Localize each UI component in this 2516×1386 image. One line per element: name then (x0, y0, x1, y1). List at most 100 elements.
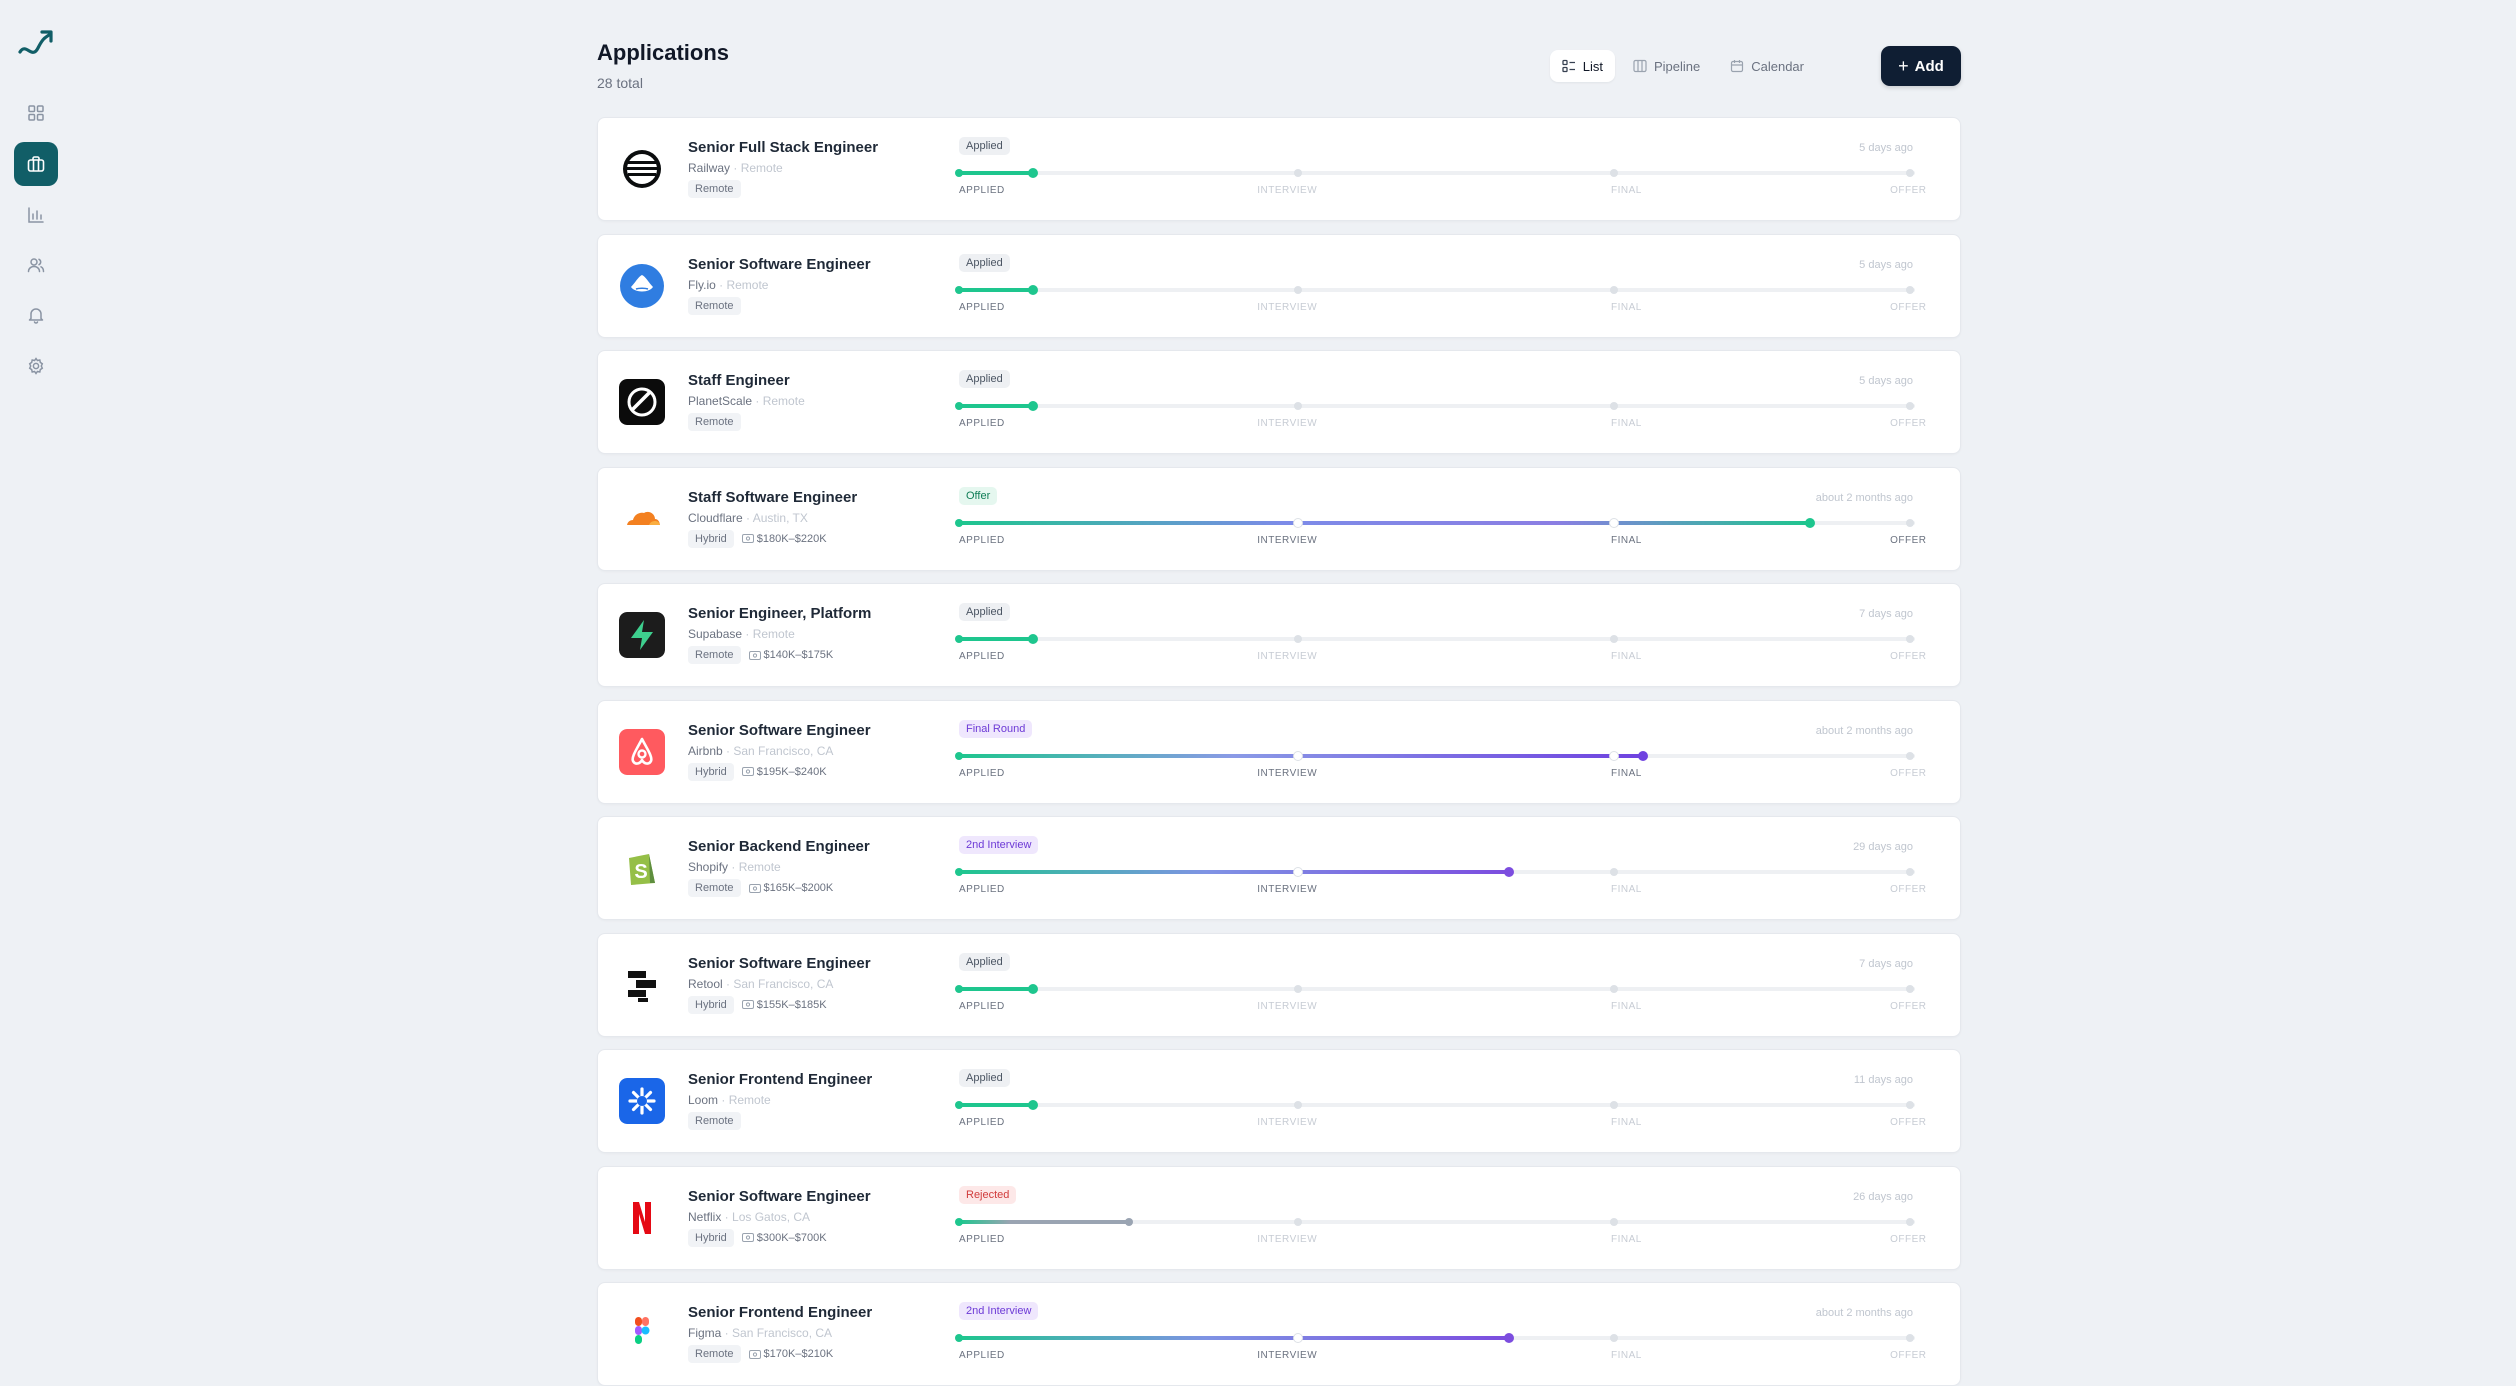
application-card[interactable]: Senior Frontend Engineer Loom · Remote R… (597, 1049, 1961, 1153)
view-switcher: List Pipeline Calendar (1549, 50, 1816, 82)
stage-dot (955, 751, 963, 760)
money-icon (741, 1000, 754, 1009)
stage-label: OFFER (1890, 884, 1927, 895)
nav-contacts[interactable] (14, 243, 58, 287)
work-type-tag: Hybrid (688, 529, 734, 548)
progress-fill (959, 287, 1033, 292)
application-card[interactable]: Staff Engineer PlanetScale · Remote Remo… (597, 350, 1961, 454)
app-logo-icon[interactable] (16, 26, 56, 62)
salary-range: $195K–$240K (741, 766, 827, 778)
nav-analytics[interactable] (14, 193, 58, 237)
application-card[interactable]: S Senior Backend Engineer Shopify · Remo… (597, 816, 1961, 920)
application-card[interactable]: Senior Software Engineer Fly.io · Remote… (597, 233, 1961, 338)
company-name: Supabase (688, 627, 743, 641)
tab-list[interactable]: List (1549, 50, 1615, 82)
job-tags: Remote $140K–$175K (688, 646, 833, 664)
salary-text: $170K–$210K (763, 1348, 834, 1360)
application-card[interactable]: Staff Software Engineer Cloudflare · Aus… (597, 466, 1961, 571)
stage-label: INTERVIEW (1257, 1350, 1318, 1361)
stage-label: INTERVIEW (1257, 767, 1318, 779)
nav-applications[interactable] (14, 142, 58, 186)
tab-list-label: List (1582, 58, 1603, 74)
progress-track (955, 168, 1915, 178)
salary-range: $300K–$700K (741, 1231, 827, 1244)
stage-label: APPLIED (959, 534, 1005, 546)
retool-logo (619, 961, 665, 1008)
stage-label: OFFER (1890, 1000, 1927, 1012)
progress-track (955, 983, 1915, 994)
total-count: 28 total (597, 75, 643, 91)
job-title[interactable]: Senior Engineer, Platform (688, 605, 871, 622)
job-location: San Francisco, CA (732, 1326, 833, 1340)
company-line: Shopify · Remote (688, 860, 781, 874)
salary-text: $300K–$700K (756, 1231, 827, 1244)
job-title[interactable]: Senior Backend Engineer (688, 838, 870, 855)
salary-text: $165K–$200K (763, 882, 834, 894)
job-title[interactable]: Senior Full Stack Engineer (688, 139, 878, 156)
stage-dot (1293, 517, 1304, 528)
company-name: Shopify (688, 860, 729, 874)
company-line: PlanetScale · Remote (688, 394, 805, 408)
stage-label: INTERVIEW (1257, 1233, 1318, 1245)
job-title[interactable]: Senior Software Engineer (688, 722, 871, 739)
add-application-button[interactable]: + Add (1881, 46, 1961, 86)
job-title[interactable]: Senior Software Engineer (688, 955, 871, 972)
progress-fill (959, 870, 1509, 874)
nav-dashboard[interactable] (14, 91, 58, 135)
money-icon (748, 1349, 761, 1359)
salary-range: $140K–$175K (748, 649, 833, 661)
applied-time: about 2 months ago (1815, 724, 1913, 737)
status-badge: Applied (959, 1069, 1010, 1087)
stage-label: INTERVIEW (1257, 185, 1318, 196)
users-icon (27, 258, 45, 273)
stage-label: APPLIED (959, 185, 1005, 196)
job-tags: Remote (688, 413, 741, 431)
application-card[interactable]: Senior Software Engineer Airbnb · San Fr… (597, 699, 1961, 804)
tab-calendar[interactable]: Calendar (1718, 50, 1816, 82)
job-title[interactable]: Staff Software Engineer (688, 489, 857, 506)
stage-dot (955, 1101, 963, 1109)
application-card[interactable]: Senior Software Engineer Retool · San Fr… (597, 932, 1961, 1037)
company-line: Figma · San Francisco, CA (688, 1326, 832, 1340)
company-name: Cloudflare (688, 510, 743, 525)
progress-track (955, 750, 1915, 761)
nav-notifications[interactable] (14, 293, 58, 337)
applied-time: 7 days ago (1859, 957, 1913, 970)
applied-time: 26 days ago (1853, 1190, 1913, 1203)
progress-track (955, 1217, 1915, 1226)
company-name: Figma (688, 1326, 722, 1340)
stage-dot (955, 402, 963, 410)
nav-settings[interactable] (14, 344, 58, 388)
tab-pipeline[interactable]: Pipeline (1621, 50, 1712, 82)
stage-dot (1294, 169, 1303, 177)
application-card[interactable]: Senior Full Stack Engineer Railway · Rem… (597, 117, 1961, 221)
job-title[interactable]: Staff Engineer (688, 372, 790, 389)
stage-dot (1609, 169, 1618, 177)
stage-label: INTERVIEW (1257, 1117, 1318, 1128)
applied-time: 11 days ago (1853, 1074, 1913, 1086)
job-title[interactable]: Senior Frontend Engineer (688, 1071, 872, 1088)
flyio-logo (619, 263, 665, 309)
status-badge: 2nd Interview (959, 1302, 1039, 1320)
stage-label: OFFER (1890, 1233, 1927, 1245)
job-title[interactable]: Senior Software Engineer (688, 1188, 871, 1205)
stage-dot (955, 518, 963, 527)
salary-range: $180K–$220K (741, 533, 827, 545)
work-type-tag: Remote (688, 646, 741, 664)
application-card[interactable]: Senior Frontend Engineer Figma · San Fra… (597, 1282, 1961, 1386)
stage-label: INTERVIEW (1257, 1000, 1318, 1012)
company-line: Cloudflare · Austin, TX (688, 511, 808, 525)
stage-label: FINAL (1610, 767, 1642, 779)
stage-label: INTERVIEW (1257, 651, 1318, 662)
stage-dot (955, 169, 963, 177)
current-stage-dot (1027, 983, 1038, 994)
company-line: Supabase · Remote (688, 627, 795, 641)
job-title[interactable]: Senior Software Engineer (688, 256, 871, 273)
job-location: San Francisco, CA (733, 743, 834, 758)
application-card[interactable]: Senior Software Engineer Netflix · Los G… (597, 1165, 1961, 1270)
job-title[interactable]: Senior Frontend Engineer (688, 1304, 872, 1321)
company-line: Loom · Remote (688, 1093, 771, 1107)
location-separator: · (742, 510, 753, 525)
stage-dot (1294, 1217, 1303, 1226)
application-card[interactable]: Senior Engineer, Platform Supabase · Rem… (597, 583, 1961, 687)
